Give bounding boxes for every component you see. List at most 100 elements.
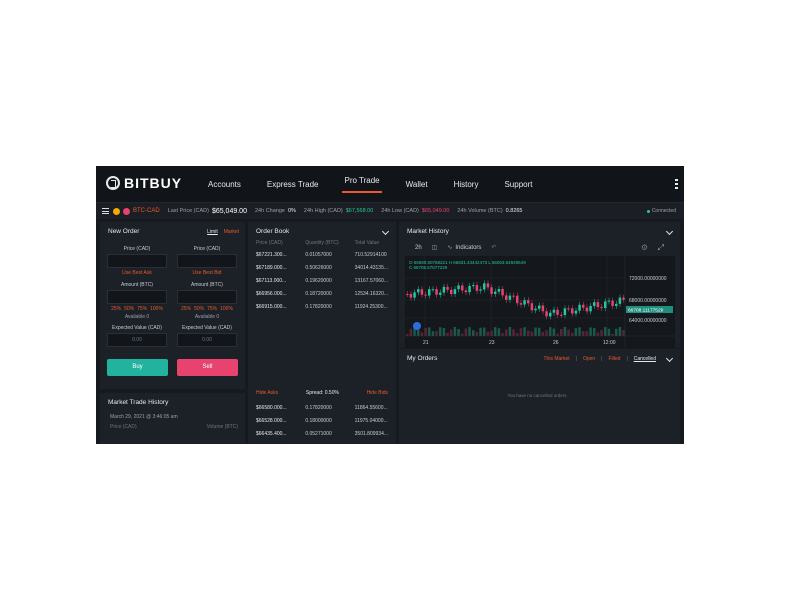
volume-bar: [516, 333, 519, 336]
change-label: 24h Change: [254, 208, 285, 214]
tab-filled[interactable]: Filled: [608, 356, 620, 362]
market-pair-selector[interactable]: BTC-CAD: [133, 208, 160, 214]
settings-gear-icon[interactable]: ⚙: [641, 243, 648, 252]
ask-row[interactable]: $66915.000... 0.17820000 11924.25300...: [248, 304, 396, 310]
nav-history[interactable]: History: [452, 180, 481, 189]
high-value: $67,568.00: [345, 208, 374, 214]
indicators-button[interactable]: ∿ Indicators: [447, 244, 481, 252]
buy-50-percent[interactable]: 50%: [124, 306, 134, 314]
volume-bar: [574, 328, 578, 336]
candle-body: [516, 295, 519, 304]
tab-open[interactable]: Open: [583, 356, 595, 362]
volume-bar: [512, 329, 515, 336]
nav-wallet[interactable]: Wallet: [404, 180, 430, 189]
sell-100-percent[interactable]: 100%: [220, 306, 233, 314]
no-orders-message: You have no cancelled orders: [507, 393, 567, 398]
ask-row[interactable]: $67221.300... 0.01057000 710.52914100: [248, 252, 396, 258]
nav-pro-trade[interactable]: Pro Trade: [342, 176, 382, 193]
tab-market[interactable]: Market: [224, 229, 239, 235]
volume-bar: [439, 327, 442, 336]
use-best-ask-link[interactable]: Use Best Ask: [107, 270, 167, 282]
buy-75-percent[interactable]: 75%: [137, 306, 147, 314]
volume-bar: [420, 332, 424, 336]
bitbuy-app-window: BITBUY Accounts Express Trade Pro Trade …: [96, 166, 684, 444]
buy-expected-value: 0.00: [107, 333, 167, 347]
sell-button[interactable]: Sell: [177, 359, 238, 376]
candle-body: [582, 304, 585, 308]
buy-amount-label: Amount (BTC): [121, 282, 153, 288]
tab-this-market[interactable]: This Market: [544, 356, 570, 362]
nav-support[interactable]: Support: [502, 180, 534, 189]
candle-body: [505, 295, 508, 300]
buy-button[interactable]: Buy: [107, 359, 168, 376]
volume-bar: [523, 327, 526, 336]
candle-type-icon[interactable]: ◫: [432, 244, 438, 251]
ask-row[interactable]: $66956.000... 0.18720000 12534.16320...: [248, 291, 396, 297]
bid-row[interactable]: $66435.400... 0.05271000 3501.809934...: [248, 431, 396, 437]
volume-label: 24h Volume (BTC): [457, 208, 503, 214]
bid-row[interactable]: $66528.000... 0.18000000 11975.04000...: [248, 418, 396, 424]
ask-row[interactable]: $67113.000... 0.19620000 13167.57060...: [248, 278, 396, 284]
sell-75-percent[interactable]: 75%: [207, 306, 217, 314]
candle-body: [501, 289, 504, 296]
volume-bar: [622, 329, 625, 336]
interval-selector[interactable]: 2h: [415, 245, 422, 251]
buy-price-input[interactable]: [107, 254, 167, 268]
bid-row[interactable]: $66580.000... 0.17820000 11864.55600...: [248, 405, 396, 411]
candle-body: [409, 294, 413, 298]
bid-total: 3501.809934...: [354, 431, 389, 437]
order-book-header: Price (CAD) Quantity (BTC) Total Value: [248, 240, 396, 246]
volume-bar: [461, 333, 464, 336]
ask-total: 12534.16320...: [354, 291, 389, 297]
volume-bar: [472, 330, 475, 336]
hide-bids-link[interactable]: Hide Bids: [367, 390, 388, 400]
volume-bar: [556, 333, 559, 336]
volume-bar: [501, 333, 504, 336]
candle-body: [604, 301, 607, 309]
change-value: 0%: [287, 208, 296, 214]
fullscreen-icon[interactable]: ⤢: [658, 243, 664, 253]
buy-100-percent[interactable]: 100%: [150, 306, 163, 314]
use-best-bid-link[interactable]: Use Best Bid: [177, 270, 237, 282]
candle-body: [497, 289, 501, 292]
nav-accounts[interactable]: Accounts: [206, 180, 243, 189]
order-book-panel: Order Book Price (CAD) Quantity (BTC) To…: [248, 222, 396, 444]
undo-icon[interactable]: ↶: [491, 244, 496, 251]
buy-amount-input[interactable]: [107, 290, 167, 304]
trade-history-date: March 29, 2021 @ 3:46:05 am: [110, 414, 178, 420]
bitbuy-logo[interactable]: BITBUY: [106, 175, 182, 191]
sell-price-input[interactable]: [177, 254, 237, 268]
volume-bar: [497, 328, 501, 336]
hide-asks-link[interactable]: Hide Asks: [256, 390, 278, 400]
market-history-panel: Market History 2h ◫ ∿ Indicators ↶ ⚙ ⤢ 7…: [399, 222, 680, 348]
volume-bar: [483, 327, 486, 336]
order-book-title: Order Book: [256, 228, 290, 235]
tab-cancelled[interactable]: Cancelled: [634, 356, 656, 362]
ohlc-readout: O 66680.50768221 H 66831.43442473 L 6606…: [409, 260, 526, 270]
hamburger-menu-icon[interactable]: [102, 208, 109, 214]
volume-bar: [593, 327, 596, 336]
sell-amount-input[interactable]: [177, 290, 237, 304]
sell-25-percent[interactable]: 25%: [181, 306, 191, 314]
more-menu-icon[interactable]: [675, 179, 678, 189]
candle-body: [578, 304, 581, 311]
candle-body: [472, 285, 475, 287]
ask-row[interactable]: $67189.000... 0.50626000 34014.43135...: [248, 265, 396, 271]
candle-body: [428, 289, 431, 296]
order-book-chevron-down-icon[interactable]: [381, 227, 390, 236]
buy-25-percent[interactable]: 25%: [111, 306, 121, 314]
volume-bar: [409, 328, 413, 336]
ask-price: $67221.300...: [256, 252, 287, 258]
sell-50-percent[interactable]: 50%: [194, 306, 204, 314]
trade-history-volume-col: Volume (BTC): [206, 424, 238, 430]
market-history-chevron-down-icon[interactable]: [665, 227, 674, 236]
my-orders-chevron-down-icon[interactable]: [665, 354, 674, 363]
tab-limit[interactable]: Limit: [207, 229, 218, 235]
ob-col-total: Total Value: [354, 240, 380, 246]
low-label: 24h Low (CAD): [381, 208, 419, 214]
volume-bar: [589, 327, 592, 336]
volume-bar: [571, 332, 574, 336]
candle-body: [475, 285, 479, 291]
candle-body: [486, 283, 490, 288]
nav-express-trade[interactable]: Express Trade: [265, 180, 321, 189]
